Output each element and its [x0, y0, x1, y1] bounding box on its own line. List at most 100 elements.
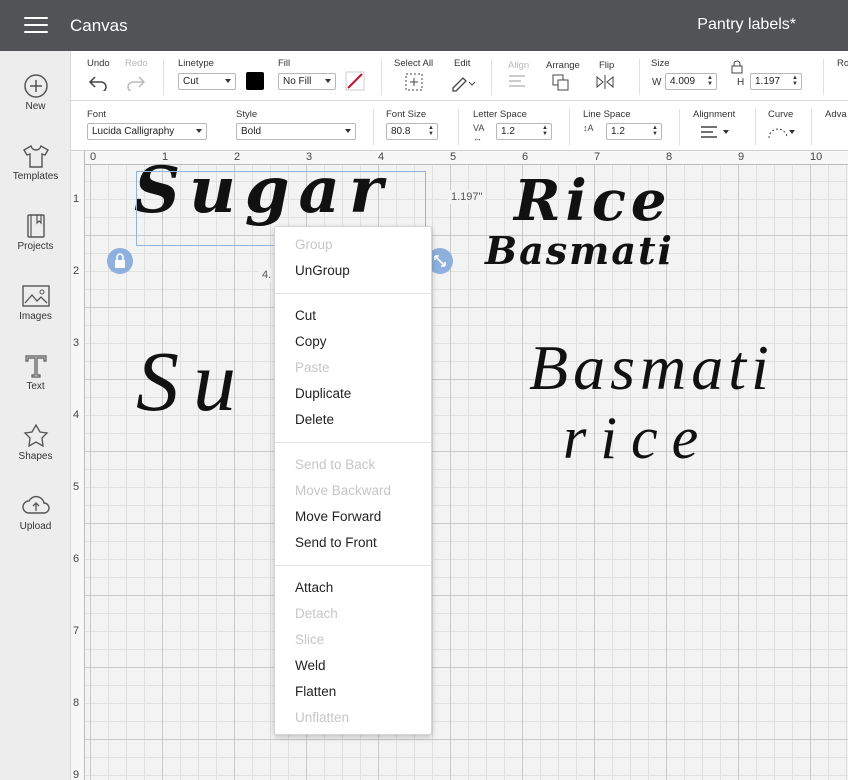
menu-item-cut[interactable]: Cut — [295, 308, 316, 323]
ruler-mark: 6 — [522, 151, 529, 163]
menu-item-group: Group — [295, 237, 333, 252]
height-label: H — [737, 77, 745, 88]
menu-item-move-forward[interactable]: Move Forward — [295, 509, 381, 524]
sidebar-item-projects[interactable]: Projects — [0, 207, 71, 269]
alignment-label: Alignment — [693, 109, 736, 120]
menu-item-slice: Slice — [295, 632, 325, 647]
font-select[interactable]: Lucida Calligraphy — [87, 123, 207, 140]
menu-item-duplicate[interactable]: Duplicate — [295, 386, 351, 401]
width-input[interactable]: 4.009 ▲ ▼ — [665, 73, 717, 90]
line-space-icon: ↕A — [583, 123, 594, 133]
align-icon[interactable] — [506, 73, 532, 91]
design-text-basmati[interactable]: Basmati — [485, 229, 674, 273]
book-icon — [26, 214, 45, 238]
letter-space-label: Letter Space — [473, 109, 527, 120]
sidebar-item-upload[interactable]: Upload — [0, 487, 71, 549]
menu-item-ungroup[interactable]: UnGroup — [295, 263, 350, 278]
hamburger-menu-icon[interactable] — [24, 17, 48, 35]
rotate-label: Ro — [837, 58, 848, 69]
sidebar-item-text[interactable]: Text — [0, 347, 71, 409]
edit-label: Edit — [454, 58, 471, 69]
title-bar: Canvas Pantry labels* — [0, 0, 848, 51]
advanced-label: Adva — [825, 109, 847, 120]
plus-circle-icon — [23, 74, 48, 98]
letter-space-input[interactable]: 1.2 ▲ ▼ — [496, 123, 552, 140]
menu-divider — [275, 442, 431, 443]
curve-icon[interactable] — [767, 124, 797, 140]
line-space-input[interactable]: 1.2 ▲ ▼ — [606, 123, 662, 140]
sidebar-item-label: Projects — [17, 241, 54, 252]
shirt-icon — [22, 144, 49, 168]
design-text-rice[interactable]: Rice — [514, 171, 672, 231]
sidebar-item-shapes[interactable]: Shapes — [0, 417, 71, 479]
design-text-rice-script[interactable]: rice — [563, 403, 712, 473]
ruler-left: 1 2 3 4 5 6 7 8 9 — [71, 151, 85, 780]
alignment-icon[interactable] — [699, 124, 733, 140]
ruler-mark: 9 — [738, 151, 745, 163]
style-label: Style — [236, 109, 258, 120]
menu-item-paste: Paste — [295, 360, 330, 375]
width-dimension-label: 4. — [259, 268, 275, 282]
redo-label: Redo — [125, 58, 148, 69]
redo-icon[interactable] — [125, 73, 147, 91]
sidebar-item-templates[interactable]: Templates — [0, 137, 71, 199]
menu-item-move-backward: Move Backward — [295, 483, 392, 498]
design-text-sugar-script[interactable]: Su — [136, 333, 250, 429]
design-text-basmati-script[interactable]: Basmati — [529, 333, 774, 403]
font-label: Font — [87, 109, 107, 120]
shapes-icon — [23, 423, 48, 448]
sidebar-item-label: Images — [19, 311, 52, 322]
curve-label: Curve — [768, 109, 794, 120]
select-all-icon[interactable] — [404, 72, 424, 92]
height-input[interactable]: 1.197 ▲ ▼ — [750, 73, 802, 90]
ruler-mark: 4 — [73, 409, 80, 421]
fill-select[interactable]: No Fill — [278, 73, 336, 90]
linetype-select[interactable]: Cut — [178, 73, 236, 90]
ruler-mark: 3 — [73, 337, 80, 349]
menu-item-weld[interactable]: Weld — [295, 658, 326, 673]
lock-icon[interactable] — [730, 60, 744, 74]
sidebar-item-label: Templates — [12, 171, 59, 182]
line-color-swatch[interactable] — [246, 72, 264, 90]
ruler-mark: 9 — [73, 769, 80, 780]
ruler-mark: 2 — [73, 265, 80, 277]
sidebar-item-new[interactable]: New — [0, 67, 71, 129]
menu-item-detach: Detach — [295, 606, 338, 621]
menu-item-delete[interactable]: Delete — [295, 412, 334, 427]
sidebar-item-label: Shapes — [18, 451, 53, 462]
menu-divider — [275, 565, 431, 566]
menu-item-copy[interactable]: Copy — [295, 334, 327, 349]
menu-item-attach[interactable]: Attach — [295, 580, 333, 595]
sidebar-item-label: Upload — [19, 521, 52, 532]
lock-handle[interactable] — [107, 248, 133, 274]
menu-item-unflatten: Unflatten — [295, 710, 350, 725]
design-canvas[interactable]: 0 1 2 3 4 5 6 7 8 9 10 1 2 3 4 5 6 7 8 9… — [71, 151, 848, 780]
select-all-label: Select All — [394, 58, 434, 69]
align-label: Align — [508, 60, 530, 71]
menu-item-flatten[interactable]: Flatten — [295, 684, 336, 699]
arrange-label: Arrange — [546, 60, 580, 71]
sidebar-item-label: New — [25, 101, 46, 112]
undo-label: Undo — [87, 58, 110, 69]
ruler-mark: 7 — [594, 151, 601, 163]
menu-divider — [275, 293, 431, 294]
arrange-icon[interactable] — [550, 72, 576, 92]
ruler-mark: 8 — [73, 697, 80, 709]
menu-item-send-to-front[interactable]: Send to Front — [295, 535, 377, 550]
edit-toolbar: Undo Redo Linetype Cut Fill No Fill Sele… — [71, 51, 848, 101]
fill-color-icon[interactable] — [345, 71, 365, 91]
edit-icon[interactable] — [450, 72, 476, 92]
flip-icon[interactable] — [594, 72, 622, 92]
ruler-mark: 6 — [73, 553, 80, 565]
document-title[interactable]: Pantry labels* — [697, 16, 796, 34]
style-select[interactable]: Bold — [236, 123, 356, 140]
sidebar-item-images[interactable]: Images — [0, 277, 71, 339]
image-icon — [21, 285, 50, 307]
ruler-mark: 1 — [73, 193, 80, 205]
cloud-upload-icon — [21, 495, 50, 514]
line-space-label: Line Space — [583, 109, 631, 120]
undo-icon[interactable] — [87, 73, 109, 91]
ruler-mark: 0 — [90, 151, 97, 163]
font-size-input[interactable]: 80.8 ▲ ▼ — [386, 123, 438, 140]
size-label: Size — [651, 58, 670, 69]
